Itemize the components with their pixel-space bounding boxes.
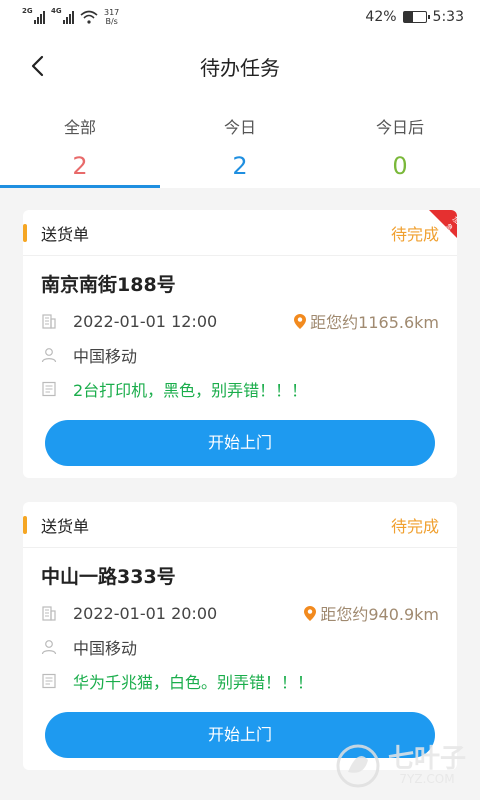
urgent-ribbon: 加急 <box>429 210 457 238</box>
location-pin-icon <box>294 313 307 329</box>
status-badge: 待完成 <box>390 516 439 536</box>
task-type-label: 送货单 <box>41 516 90 536</box>
card-header: 送货单 待完成 <box>23 502 457 548</box>
user-icon <box>41 348 57 363</box>
urgent-label: 加急 <box>443 215 457 233</box>
battery-percent: 42% <box>365 9 397 25</box>
task-datetime-row: 2022-01-01 12:00 距您约1165.6km <box>23 304 457 338</box>
task-datetime-row: 2022-01-01 20:00 距您约940.9km <box>23 596 457 630</box>
distance-text: 距您约1165.6km <box>310 313 439 332</box>
net-speed-value: 317 <box>104 8 120 17</box>
start-visit-button[interactable]: 开始上门 <box>45 420 435 466</box>
wifi-icon <box>80 10 98 24</box>
location-pin-icon <box>304 605 317 621</box>
watermark-sub: 7YZ.COM <box>399 772 455 786</box>
tab-count: 2 <box>72 152 88 180</box>
tab-count: 0 <box>392 152 408 180</box>
signal-tag: 2G <box>22 7 33 15</box>
page-title: 待办任务 <box>200 55 280 80</box>
distance: 距您约940.9km <box>304 601 439 625</box>
status-left: 2G 4G 317 B/s <box>22 7 119 26</box>
task-note-row: 2台打印机，黑色，别弄错！！！ <box>23 372 457 406</box>
building-icon <box>42 314 56 329</box>
task-datetime: 2022-01-01 12:00 <box>73 311 218 331</box>
task-card[interactable]: 送货单 待完成 中山一路333号 2022-01-01 20:00 距您约940… <box>23 502 457 770</box>
tab-label: 全部 <box>63 118 96 137</box>
task-company-row: 中国移动 <box>23 630 457 664</box>
task-company-row: 中国移动 <box>23 338 457 372</box>
tab-all[interactable]: 全部 2 <box>0 98 160 188</box>
clock: 5:33 <box>432 9 464 25</box>
tab-today[interactable]: 今日 2 <box>160 98 320 188</box>
task-type: 送货单 <box>23 221 89 245</box>
task-card[interactable]: 加急 送货单 待完成 南京南街188号 2022-01-01 12:00 距您约… <box>23 210 457 478</box>
task-type: 送货单 <box>23 513 89 537</box>
task-address: 中山一路333号 <box>41 566 176 588</box>
task-note: 2台打印机，黑色，别弄错！！！ <box>73 381 308 400</box>
net-speed-unit: B/s <box>105 17 118 26</box>
distance-text: 距您约940.9km <box>320 605 439 624</box>
tab-label: 今日 <box>223 118 256 137</box>
signal-icon: 2G <box>22 7 45 24</box>
note-icon <box>42 673 56 689</box>
type-marker <box>23 223 27 242</box>
battery-icon <box>402 11 430 23</box>
tab-bar: 全部 2 今日 2 今日后 0 <box>0 98 480 188</box>
note-icon <box>42 381 56 397</box>
tab-after-today[interactable]: 今日后 0 <box>320 98 480 188</box>
card-header: 送货单 待完成 <box>23 210 457 256</box>
status-right: 42% 5:33 <box>365 9 464 25</box>
top-area: 2G 4G 317 B/s 42% 5:33 待办任务 全部 2 今日 2 今日… <box>0 0 480 188</box>
watermark-text-group: 七叶子 7YZ.COM <box>388 746 466 786</box>
task-note: 华为千兆猫，白色。别弄错！！！ <box>73 673 314 692</box>
distance: 距您约1165.6km <box>294 309 439 333</box>
tab-label: 今日后 <box>375 118 424 137</box>
signal-tag: 4G <box>51 7 62 15</box>
building-icon <box>42 606 56 621</box>
task-company: 中国移动 <box>73 639 138 658</box>
chevron-left-icon[interactable] <box>26 54 50 78</box>
user-icon <box>41 640 57 655</box>
tab-count: 2 <box>232 152 248 180</box>
leaf-logo-icon <box>336 744 380 788</box>
task-address: 南京南街188号 <box>41 274 176 296</box>
net-speed: 317 B/s <box>104 8 119 26</box>
signal-icon: 4G <box>51 7 74 24</box>
task-datetime: 2022-01-01 20:00 <box>73 603 218 623</box>
task-type-label: 送货单 <box>41 224 90 244</box>
watermark: 七叶子 7YZ.COM <box>334 742 466 790</box>
watermark-text: 七叶子 <box>387 744 466 774</box>
nav-bar: 待办任务 <box>0 34 480 98</box>
task-company: 中国移动 <box>73 347 138 366</box>
task-note-row: 华为千兆猫，白色。别弄错！！！ <box>23 664 457 698</box>
task-list: 加急 送货单 待完成 南京南街188号 2022-01-01 12:00 距您约… <box>0 188 480 770</box>
status-bar: 2G 4G 317 B/s 42% 5:33 <box>0 0 480 34</box>
type-marker <box>23 515 27 534</box>
